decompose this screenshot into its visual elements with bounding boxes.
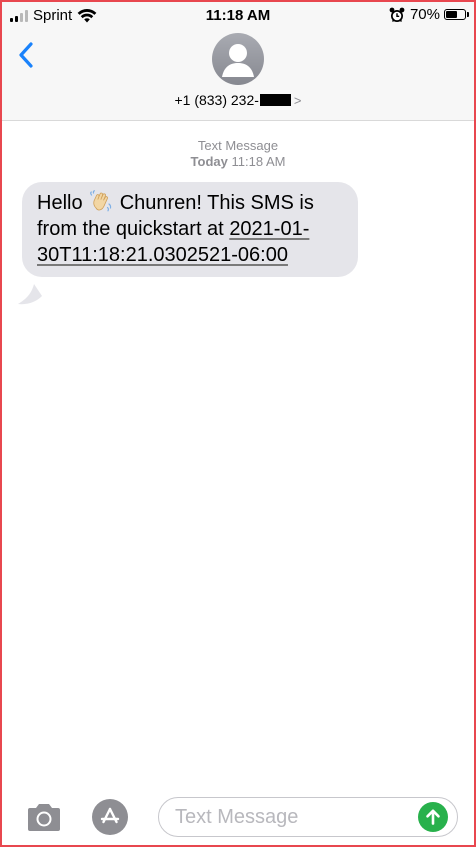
battery-percent: 70% — [409, 6, 440, 23]
message-input[interactable] — [158, 797, 458, 837]
camera-button[interactable] — [24, 802, 64, 834]
redacted-digits — [259, 94, 291, 106]
status-right: 70% — [389, 6, 469, 23]
message-meta: Text Message Today 11:18 AM — [2, 138, 474, 170]
conversation-header: +1 (833) 232- > — [2, 30, 474, 121]
contact-number: +1 (833) 232- — [174, 92, 259, 108]
waving-hand-emoji — [90, 190, 112, 212]
bubble-tail — [18, 284, 42, 305]
camera-icon — [28, 804, 60, 831]
app-store-button[interactable] — [92, 799, 128, 835]
chevron-left-icon — [19, 42, 33, 68]
incoming-message-bubble[interactable]: Hello Chunren! This SMS is from the quic… — [22, 182, 358, 277]
message-date: Today 11:18 AM — [2, 154, 474, 170]
status-bar: Sprint 11:18 AM 70% — [2, 2, 474, 30]
alarm-clock-icon — [389, 7, 405, 22]
message-compose-bar — [2, 793, 474, 845]
send-button[interactable] — [418, 802, 448, 832]
chevron-right-icon: > — [293, 92, 302, 108]
back-button[interactable] — [12, 38, 40, 72]
contact-info-link[interactable]: +1 (833) 232- > — [2, 92, 474, 108]
battery-fill — [446, 11, 457, 18]
contact-avatar[interactable] — [212, 33, 264, 85]
message-time: 11:18 AM — [231, 154, 286, 169]
service-label: Text Message — [197, 138, 279, 153]
message-day: Today — [190, 154, 228, 169]
phone-screen: Sprint 11:18 AM 70% +1 (833) 232- > Text… — [0, 0, 476, 847]
app-store-icon — [100, 807, 120, 824]
person-silhouette-icon — [222, 44, 254, 77]
battery-icon — [444, 9, 469, 20]
message-text-start: Hello — [37, 192, 83, 214]
send-arrow-up-icon — [426, 809, 440, 825]
